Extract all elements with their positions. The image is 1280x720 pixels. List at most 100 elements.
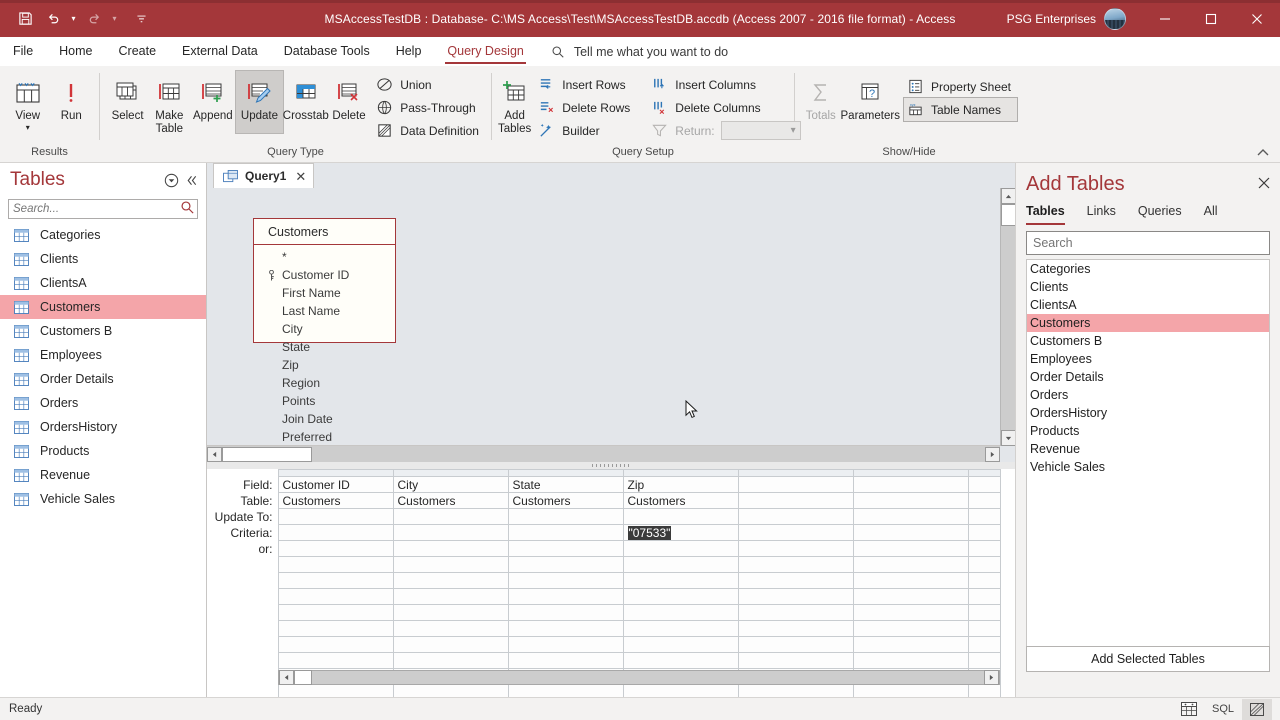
grid-cell-blank[interactable] [392, 620, 509, 637]
column-header[interactable] [622, 469, 739, 477]
tab-links[interactable]: Links [1087, 204, 1130, 225]
grid-cell-table[interactable]: Customers [507, 492, 624, 509]
design-view-icon[interactable] [1242, 698, 1272, 720]
column-header[interactable] [852, 469, 969, 477]
tab-create[interactable]: Create [106, 37, 170, 66]
grid-cell-blank[interactable] [737, 572, 854, 589]
grid-cell-criteria[interactable] [507, 524, 624, 541]
sidebar-item-revenue[interactable]: Revenue [0, 463, 206, 487]
parameters-button[interactable]: ? Parameters [841, 71, 900, 123]
grid-cell-blank[interactable] [277, 588, 394, 605]
sidebar-item-customers[interactable]: Customers [0, 295, 206, 319]
sidebar-item-categories[interactable]: Categories [0, 223, 206, 247]
search-icon[interactable] [180, 200, 195, 218]
field-row[interactable]: Customer ID [254, 266, 395, 284]
grid-cell-blank[interactable] [737, 636, 854, 653]
grid-cell-blank[interactable] [392, 636, 509, 653]
add-tables-search-box[interactable] [1026, 231, 1270, 255]
column-header[interactable] [737, 469, 854, 477]
query-design-canvas[interactable]: Customers * Customer ID First Name Last … [207, 188, 1015, 462]
grid-cell-or[interactable] [392, 540, 509, 557]
close-button[interactable] [1234, 0, 1280, 37]
grid-cell-table[interactable]: Customers [392, 492, 509, 509]
grid-cell-blank[interactable] [852, 604, 969, 621]
design-canvas-horizontal-scrollbar[interactable] [207, 446, 1000, 462]
grid-cell-criteria[interactable] [737, 524, 854, 541]
grid-cell-table[interactable]: Customers [622, 492, 739, 509]
list-item[interactable]: Categories [1027, 260, 1269, 278]
make-table-button[interactable]: Make Table [149, 71, 189, 136]
grid-cell-or[interactable] [507, 540, 624, 557]
field-row[interactable]: * [254, 248, 395, 266]
grid-cell-field[interactable] [852, 476, 969, 493]
query-design-grid[interactable]: Field: Customer ID City State Zip Table:… [207, 469, 1015, 717]
navigation-pane-menu-icon[interactable] [164, 173, 179, 188]
totals-button[interactable]: Totals [801, 71, 841, 123]
insert-rows-button[interactable]: Insert Rows [535, 73, 636, 96]
grid-cell-blank[interactable] [392, 588, 509, 605]
grid-cell-blank[interactable] [967, 588, 1001, 605]
sidebar-item-order-details[interactable]: Order Details [0, 367, 206, 391]
add-tables-button[interactable]: Add Tables [498, 71, 531, 136]
field-row[interactable]: Last Name [254, 302, 395, 320]
scroll-right-icon[interactable] [985, 446, 1000, 462]
grid-cell-criteria[interactable] [277, 524, 394, 541]
sidebar-item-ordershistory[interactable]: OrdersHistory [0, 415, 206, 439]
grid-cell-or[interactable] [852, 540, 969, 557]
scroll-right-icon[interactable] [984, 670, 999, 685]
grid-cell-update-to[interactable] [277, 508, 394, 525]
grid-cell-criteria[interactable] [852, 524, 969, 541]
vertical-scroll-thumb[interactable] [1000, 204, 1016, 226]
field-row[interactable]: Zip [254, 356, 395, 374]
undo-dropdown-icon[interactable]: ▾ [68, 6, 79, 32]
grid-cell-update-to[interactable] [737, 508, 854, 525]
pane-splitter[interactable] [207, 462, 1015, 469]
grid-cell-blank[interactable] [852, 572, 969, 589]
grid-cell-table[interactable]: Customers [277, 492, 394, 509]
grid-cell-blank[interactable] [737, 652, 854, 669]
table-field-list-customers[interactable]: Customers * Customer ID First Name Last … [253, 218, 396, 462]
grid-cell-blank[interactable] [622, 588, 739, 605]
append-button[interactable]: Append [190, 71, 237, 123]
tab-queries[interactable]: Queries [1138, 204, 1196, 225]
tab-home[interactable]: Home [46, 37, 105, 66]
grid-cell-field[interactable]: Zip [622, 476, 739, 493]
sidebar-item-employees[interactable]: Employees [0, 343, 206, 367]
grid-cell-field[interactable] [967, 476, 1001, 493]
tab-tables[interactable]: Tables [1026, 204, 1079, 225]
grid-cell-update-to[interactable] [852, 508, 969, 525]
grid-cell-field[interactable] [737, 476, 854, 493]
restore-button[interactable] [1188, 0, 1234, 37]
grid-cell-blank[interactable] [852, 620, 969, 637]
grid-cell-blank[interactable] [622, 572, 739, 589]
field-row[interactable]: City [254, 320, 395, 338]
list-item[interactable]: Order Details [1027, 368, 1269, 386]
select-query-button[interactable]: Select [106, 71, 149, 123]
sidebar-item-clients[interactable]: Clients [0, 247, 206, 271]
delete-rows-button[interactable]: Delete Rows [535, 96, 636, 119]
list-item[interactable]: Revenue [1027, 440, 1269, 458]
customize-quick-access-toolbar-icon[interactable] [128, 6, 154, 32]
grid-cell-or[interactable] [622, 540, 739, 557]
chevron-down-icon[interactable]: ▾ [26, 124, 30, 132]
grid-cell-blank[interactable] [852, 652, 969, 669]
grid-cell-blank[interactable] [507, 620, 624, 637]
field-row[interactable]: Join Date [254, 410, 395, 428]
account-name[interactable]: PSG Enterprises [1007, 12, 1096, 26]
delete-query-button[interactable]: Delete [329, 71, 369, 123]
run-button[interactable]: Run [50, 71, 94, 123]
add-tables-list[interactable]: Categories Clients ClientsA Customers Cu… [1026, 259, 1270, 669]
grid-cell-or[interactable] [737, 540, 854, 557]
grid-cell-blank[interactable] [507, 652, 624, 669]
insert-columns-button[interactable]: Insert Columns [648, 73, 806, 96]
scroll-up-icon[interactable] [1000, 188, 1016, 204]
field-row[interactable]: Region [254, 374, 395, 392]
save-icon[interactable] [12, 6, 38, 32]
table-names-button[interactable]: xyz Table Names [902, 97, 1019, 122]
grid-cell-update-to[interactable] [967, 508, 1001, 525]
grid-cell-blank[interactable] [852, 588, 969, 605]
search-input[interactable] [1033, 236, 1263, 250]
grid-cell-blank[interactable] [622, 604, 739, 621]
grid-cell-field[interactable]: State [507, 476, 624, 493]
navigation-search-box[interactable] [8, 199, 198, 219]
